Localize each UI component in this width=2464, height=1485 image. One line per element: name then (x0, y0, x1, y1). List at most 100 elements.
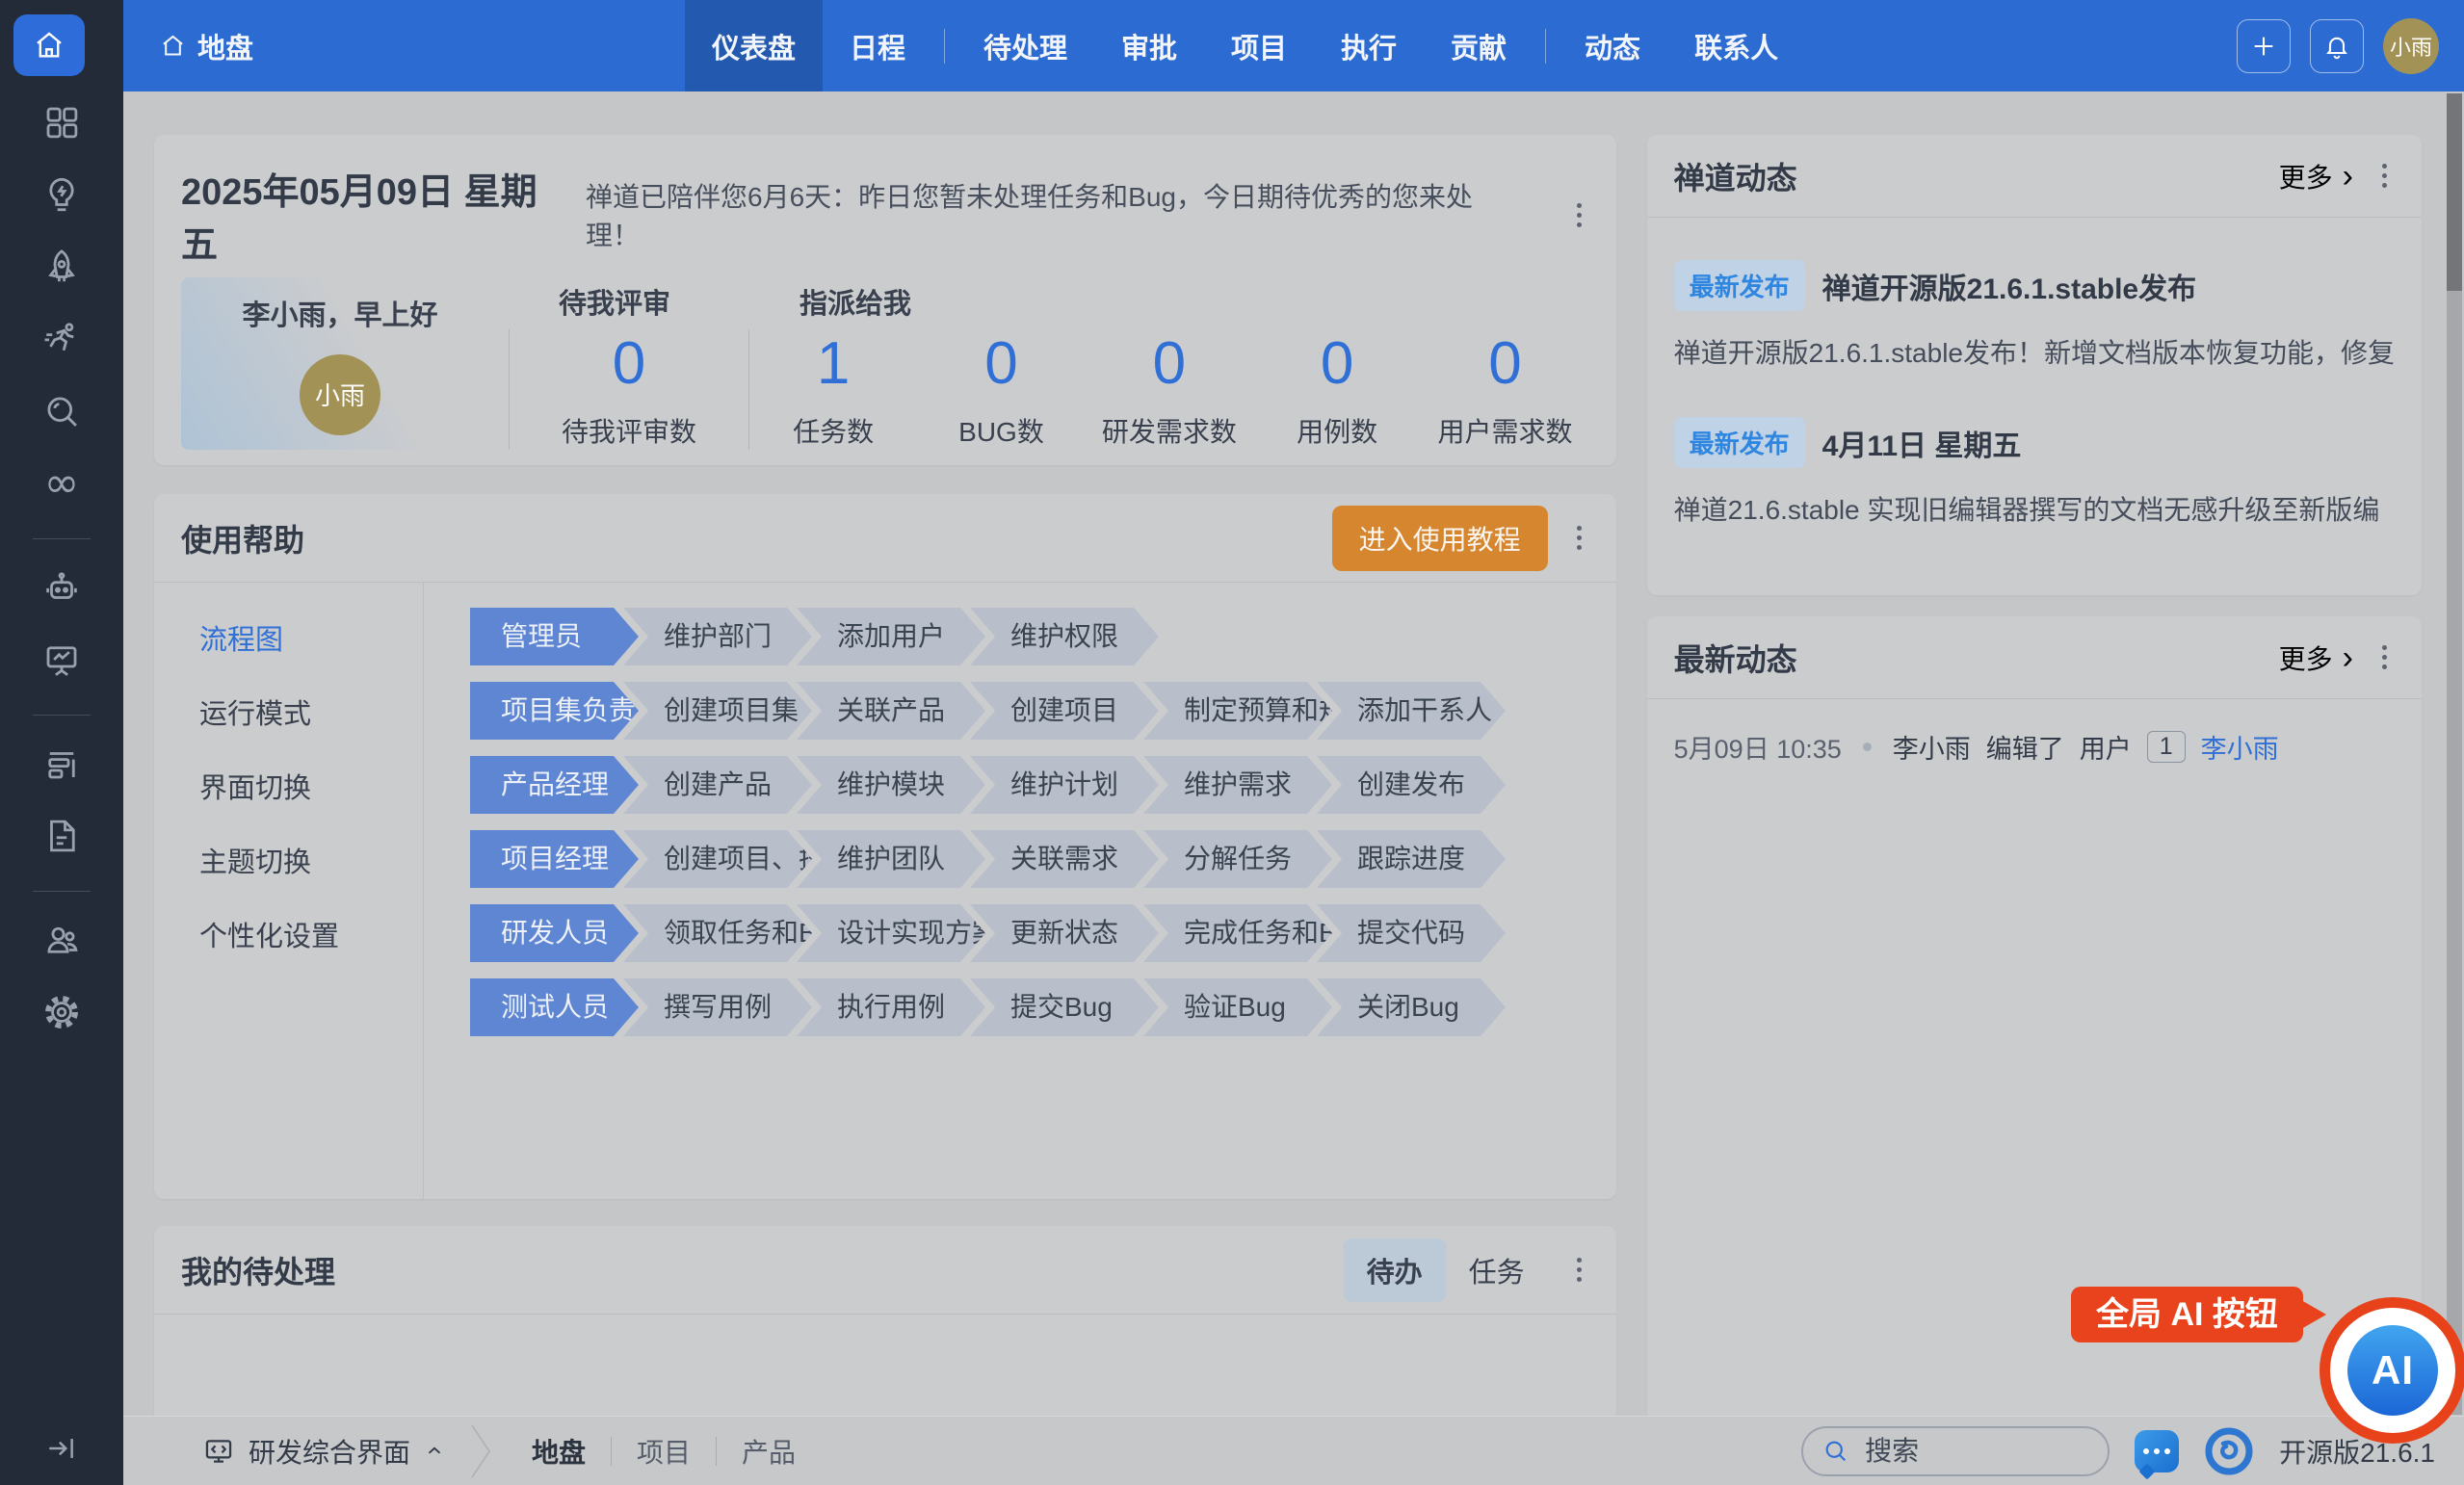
tab-dynamic[interactable]: 动态 (1558, 0, 1667, 91)
flow-step: 维护团队 (797, 830, 985, 888)
flow-step: 维护模块 (797, 756, 985, 814)
stat-case-count[interactable]: 0 用例数 (1253, 329, 1421, 450)
sidebar-collapse-button[interactable] (0, 1425, 123, 1472)
flow-step: 维护权限 (970, 608, 1159, 665)
news-description: 禅道21.6.stable 实现旧编辑器撰写的文档无感升级至新版编 (1674, 489, 2395, 528)
news-more-link[interactable]: 更多 › (2279, 157, 2353, 195)
latest-activity-card: 最新动态 更多 › 5月09日 10:35 李小雨 编辑了 用户 1 李小雨 (1647, 616, 2422, 1416)
side-column: 禅道动态 更多 › 最新发布 禅道开源版21.6.1.stable发布 禅 (1647, 135, 2422, 1416)
more-menu-icon[interactable] (1569, 518, 1589, 558)
tab-todo[interactable]: 待处理 (957, 0, 1094, 91)
stat-requirement-count[interactable]: 0 用户需求数 (1421, 329, 1588, 450)
stat-review-count[interactable]: 0 待我评审数 (510, 329, 748, 450)
news-title[interactable]: 4月11日 星期五 (1822, 422, 2022, 464)
flow-role: 项目集负责人 (470, 682, 639, 740)
kanban-list-icon[interactable] (39, 741, 85, 787)
news-badge: 最新发布 (1674, 260, 1805, 311)
current-app[interactable]: 地盘 (160, 26, 253, 66)
help-menu-flowchart[interactable]: 流程图 (199, 617, 423, 658)
lightbulb-icon[interactable] (39, 171, 85, 218)
help-menu-theme-switch[interactable]: 主题切换 (199, 840, 423, 880)
scrollbar-thumb[interactable] (2447, 93, 2462, 291)
infinity-icon[interactable]: ∞ (39, 460, 85, 507)
flow-row-project-manager: 项目经理 创建项目、执行 维护团队 关联需求 分解任务 跟踪进度 (470, 830, 1616, 888)
bi-chart-icon[interactable] (39, 637, 85, 683)
breadcrumb: 地盘 项目 产品 (516, 1432, 821, 1471)
greeting-avatar: 小雨 (300, 354, 380, 435)
flow-step: 添加用户 (797, 608, 985, 665)
workspace-label: 研发综合界面 (249, 1432, 410, 1471)
tab-execution[interactable]: 执行 (1314, 0, 1424, 91)
activity-card-title: 最新动态 (1674, 636, 1797, 680)
ai-highlight-ring: AI (2320, 1297, 2464, 1444)
robot-icon[interactable] (39, 564, 85, 611)
bell-icon (2323, 33, 2350, 60)
notification-button[interactable] (2310, 19, 2364, 73)
flow-step: 关闭Bug (1317, 978, 1506, 1036)
chevron-right-icon: › (2343, 163, 2353, 190)
flow-step: 创建发布 (1317, 756, 1506, 814)
tutorial-button[interactable]: 进入使用教程 (1332, 506, 1548, 571)
help-menu-personalization[interactable]: 个性化设置 (199, 914, 423, 954)
tab-dashboard[interactable]: 仪表盘 (685, 0, 823, 91)
news-badge: 最新发布 (1674, 417, 1805, 468)
tab-approval[interactable]: 审批 (1094, 0, 1204, 91)
more-menu-icon[interactable] (1569, 195, 1589, 235)
runner-icon[interactable] (39, 316, 85, 362)
zentao-logo[interactable] (2204, 1426, 2254, 1476)
flow-step: 创建项目 (970, 682, 1159, 740)
chat-tail (2139, 1463, 2156, 1479)
vertical-scrollbar[interactable] (2447, 93, 2462, 1415)
breadcrumb-project[interactable]: 项目 (612, 1432, 716, 1471)
tab-contribution[interactable]: 贡献 (1424, 0, 1533, 91)
home-button[interactable] (13, 14, 85, 76)
tab-calendar[interactable]: 日程 (823, 0, 932, 91)
news-description: 禅道开源版21.6.1.stable发布！新增文档版本恢复功能，修复 (1674, 332, 2395, 371)
todo-tab-todo[interactable]: 待办 (1344, 1238, 1446, 1302)
document-icon[interactable] (39, 813, 85, 859)
activity-object-link[interactable]: 李小雨 (2201, 728, 2279, 766)
usage-help-card: 使用帮助 进入使用教程 流程图 运行模式 界面切换 主题切换 个性化设置 (154, 494, 1616, 1199)
global-search[interactable] (1801, 1426, 2110, 1476)
stat-story-count[interactable]: 0 研发需求数 (1086, 329, 1253, 450)
flow-row-tester: 测试人员 撰写用例 执行用例 提交Bug 验证Bug 关闭Bug (470, 978, 1616, 1036)
more-menu-icon[interactable] (2374, 156, 2395, 195)
magnifier-icon[interactable] (39, 388, 85, 434)
gear-icon[interactable] (39, 989, 85, 1035)
home-small-icon (160, 33, 186, 59)
help-menu-run-mode[interactable]: 运行模式 (199, 691, 423, 732)
create-button[interactable] (2237, 19, 2291, 73)
flow-step: 创建产品 (623, 756, 812, 814)
activity-more-link[interactable]: 更多 › (2279, 638, 2353, 677)
activity-time: 5月09日 10:35 (1674, 728, 1842, 766)
flow-row-developer: 研发人员 领取任务和Bug 设计实现方案 更新状态 完成任务和Bug 提交代码 (470, 904, 1616, 962)
grid-icon[interactable] (39, 99, 85, 145)
help-menu-ui-switch[interactable]: 界面切换 (199, 766, 423, 806)
news-title[interactable]: 禅道开源版21.6.1.stable发布 (1822, 265, 2196, 307)
feedback-chat-icon[interactable] (2135, 1430, 2179, 1472)
todo-tab-task[interactable]: 任务 (1446, 1238, 1548, 1302)
more-menu-icon[interactable] (1569, 1250, 1589, 1290)
expand-arrow-icon (45, 1432, 78, 1465)
tab-contacts[interactable]: 联系人 (1667, 0, 1805, 91)
workspace-switcher[interactable]: 研发综合界面 (202, 1432, 445, 1471)
users-icon[interactable] (39, 917, 85, 963)
tab-project[interactable]: 项目 (1204, 0, 1314, 91)
stat-bug-count[interactable]: 0 BUG数 (917, 329, 1085, 450)
top-navbar: 地盘 仪表盘 日程 待处理 审批 项目 执行 贡献 动态 联系人 (123, 0, 2464, 91)
flow-step: 创建项目集 (623, 682, 812, 740)
user-avatar[interactable]: 小雨 (2383, 18, 2439, 74)
flow-row-admin: 管理员 维护部门 添加用户 维护权限 (470, 608, 1616, 665)
global-ai-button[interactable]: AI (2347, 1325, 2438, 1416)
activity-object-type: 用户 (2080, 728, 2132, 766)
flow-step: 创建项目、执行 (623, 830, 812, 888)
activity-user: 李小雨 (1893, 728, 1971, 766)
activity-dot (1863, 742, 1872, 751)
more-menu-icon[interactable] (2374, 638, 2395, 677)
flow-step: 添加干系人 (1317, 682, 1506, 740)
flow-step: 维护计划 (970, 756, 1159, 814)
breadcrumb-dipan[interactable]: 地盘 (516, 1432, 611, 1471)
rocket-icon[interactable] (39, 244, 85, 290)
breadcrumb-product[interactable]: 产品 (717, 1432, 821, 1471)
stat-task-count[interactable]: 1 任务数 (749, 329, 917, 450)
